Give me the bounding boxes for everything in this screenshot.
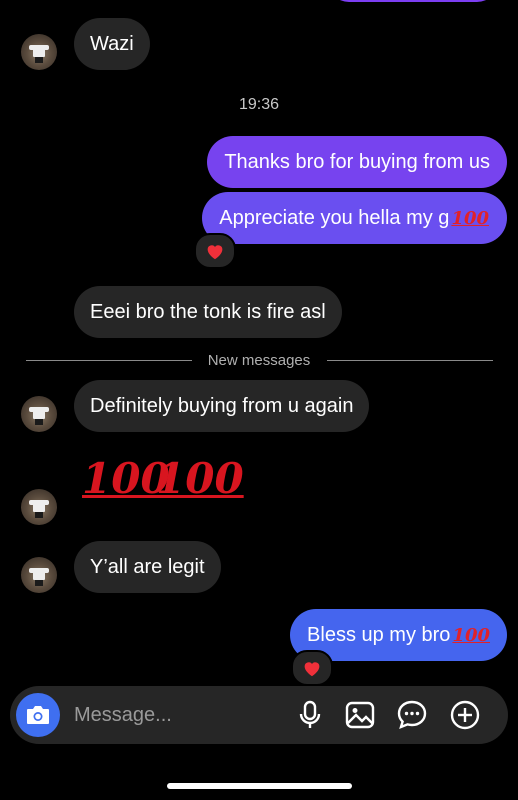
camera-button[interactable] (16, 693, 60, 737)
heart-icon (207, 245, 223, 260)
message-text: Wazi (90, 33, 134, 55)
incoming-message[interactable]: Definitely buying from u again (74, 380, 370, 432)
hundred-emoji[interactable]: 100 (156, 454, 244, 503)
message-text: Thanks bro for buying from us (224, 151, 490, 173)
microphone-button[interactable] (294, 699, 326, 731)
message-input[interactable]: Message... (74, 686, 172, 744)
add-button[interactable] (449, 699, 481, 731)
home-indicator[interactable] (167, 783, 352, 789)
avatar[interactable] (21, 557, 57, 593)
add-icon (450, 700, 480, 730)
message-text: Y’all are legit (90, 556, 205, 578)
microphone-icon (299, 700, 321, 728)
message-text: Eeei bro the tonk is fire asl (90, 301, 326, 323)
incoming-message[interactable]: Y’all are legit (74, 541, 221, 593)
new-messages-label: New messages (207, 352, 311, 369)
avatar[interactable] (21, 34, 57, 70)
gallery-button[interactable] (344, 699, 376, 731)
heart-icon (304, 662, 320, 677)
heart-reaction[interactable] (291, 650, 333, 686)
outgoing-message[interactable]: Thanks bro for buying from us (207, 136, 507, 188)
outgoing-message[interactable]: Appreciate you hella my g 100 (202, 192, 507, 244)
sticker-icon (397, 700, 427, 730)
timestamp: 19:36 (238, 96, 280, 113)
incoming-message[interactable]: Wazi (74, 18, 150, 70)
avatar[interactable] (21, 489, 57, 525)
message-text: Definitely buying from u again (90, 395, 354, 417)
message-text: Appreciate you hella my g (219, 207, 450, 229)
sticker-button[interactable] (396, 699, 428, 731)
gallery-icon (345, 701, 375, 729)
message-text: Bless up my bro (307, 624, 451, 646)
hundred-emoji: 100 (452, 625, 490, 646)
heart-reaction[interactable] (194, 233, 236, 269)
incoming-message[interactable]: Eeei bro the tonk is fire asl (74, 286, 342, 338)
hundred-emoji: 100 (451, 208, 489, 229)
camera-icon (27, 706, 49, 724)
message-composer: Message... (10, 686, 508, 744)
partial-outgoing-bubble (328, 0, 498, 2)
avatar[interactable] (21, 396, 57, 432)
